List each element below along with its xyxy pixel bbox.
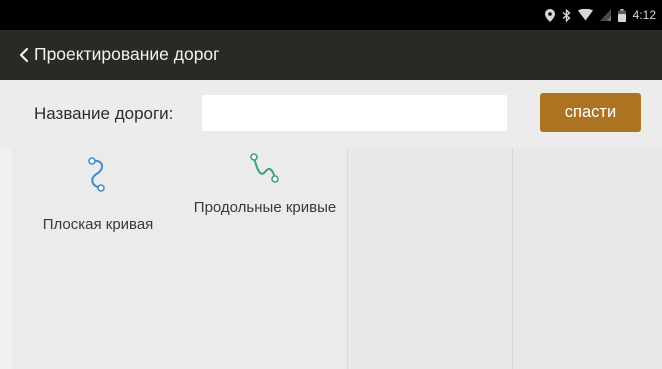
chevron-left-icon[interactable] xyxy=(12,43,36,67)
wifi-icon xyxy=(577,9,593,21)
location-icon xyxy=(544,8,555,22)
road-name-label: Название дороги: xyxy=(34,104,174,123)
longitudinal-curve-label: Продольные кривые xyxy=(193,199,337,216)
road-name-row: Название дороги: спасти xyxy=(0,80,662,148)
signal-icon xyxy=(599,9,611,21)
status-time: 4:12 xyxy=(632,8,656,22)
grid-cell-empty xyxy=(512,148,662,369)
status-icons: 4:12 xyxy=(544,0,656,30)
longitudinal-curve-tool[interactable]: Продольные кривые xyxy=(184,151,346,217)
tools-grid: Плоская кривая Продольные кривые xyxy=(12,148,662,369)
grid-cell: Продольные кривые xyxy=(184,148,346,369)
flat-curve-icon xyxy=(88,157,105,192)
longitudinal-curve-icon xyxy=(250,153,279,183)
road-name-input[interactable] xyxy=(202,95,507,131)
flat-curve-tool[interactable]: Плоская кривая xyxy=(12,156,184,234)
flat-curve-label: Плоская кривая xyxy=(42,216,154,233)
page-title: Проектирование дорог xyxy=(34,44,220,64)
save-button[interactable]: спасти xyxy=(540,93,641,132)
status-bar: 4:12 xyxy=(0,0,662,30)
grid-cell-empty xyxy=(347,148,511,369)
grid-cell: Плоская кривая xyxy=(12,148,184,369)
app-bar: Проектирование дорог xyxy=(0,30,662,80)
bluetooth-icon xyxy=(562,8,571,22)
battery-icon xyxy=(617,8,626,22)
